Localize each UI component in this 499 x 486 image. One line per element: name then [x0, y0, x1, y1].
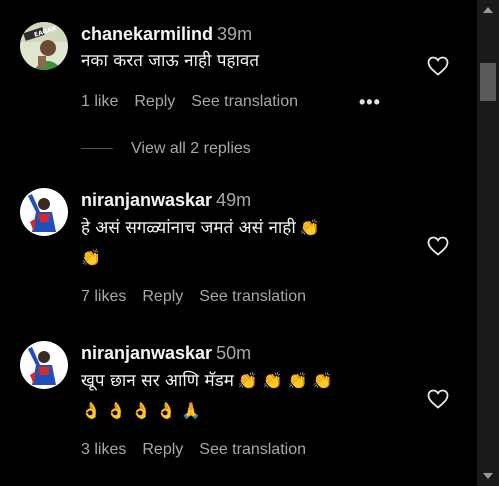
- likes-count[interactable]: 3 likes: [81, 441, 126, 458]
- heart-outline-icon[interactable]: [426, 387, 450, 411]
- heart-outline-icon[interactable]: [426, 234, 450, 258]
- ok-hand-emoji-row: 👌 👌 👌 👌 🙏: [81, 401, 201, 420]
- see-translation-button[interactable]: See translation: [199, 441, 306, 458]
- view-replies-button[interactable]: View all 2 replies: [81, 140, 251, 158]
- comment-time: 50m: [216, 343, 252, 363]
- comment-actions: 1 like Reply See translation: [81, 93, 314, 111]
- clap-emoji-row: 👏 👏 👏 👏: [237, 371, 333, 390]
- avatar[interactable]: [20, 341, 68, 389]
- comments-panel: EAGAR chanekarmilind 39m नका करत जाऊ नाही…: [0, 0, 499, 486]
- replies-divider: [81, 148, 113, 150]
- heart-outline-icon[interactable]: [426, 54, 450, 78]
- scroll-up-arrow-icon[interactable]: [483, 7, 493, 13]
- comment-body: niranjanwaskar 49m हे असं सगळ्यांनाच जमतं…: [81, 188, 421, 272]
- comment-header: niranjanwaskar 49m: [81, 188, 421, 212]
- vertical-scrollbar[interactable]: [477, 0, 499, 486]
- comment-text-content: खूप छान सर आणि मॅडम: [81, 371, 234, 391]
- comment-body: niranjanwaskar 50m खूप छान सर आणि मॅडम 👏 👏…: [81, 341, 421, 425]
- reply-button[interactable]: Reply: [142, 288, 183, 305]
- scroll-down-arrow-icon[interactable]: [483, 473, 493, 479]
- avatar[interactable]: EAGAR: [20, 22, 68, 70]
- username-link[interactable]: niranjanwaskar: [81, 190, 212, 210]
- clap-emoji: 👏: [299, 218, 320, 237]
- comment-emoji-line: 👌 👌 👌 👌 🙏: [81, 397, 421, 425]
- clap-emoji: 👏: [81, 248, 101, 267]
- see-translation-button[interactable]: See translation: [191, 93, 298, 110]
- more-options-icon[interactable]: •••: [359, 92, 381, 113]
- comment-text: खूप छान सर आणि मॅडम 👏 👏 👏 👏: [81, 367, 421, 395]
- likes-count[interactable]: 7 likes: [81, 288, 126, 305]
- likes-count[interactable]: 1 like: [81, 93, 118, 110]
- comment-body: chanekarmilind 39m नका करत जाऊ नाही पहावत: [81, 22, 421, 75]
- comment-text: नका करत जाऊ नाही पहावत: [81, 51, 260, 71]
- comment-text-content: हे असं सगळ्यांनाच जमतं असं नाही: [81, 218, 296, 238]
- username-link[interactable]: chanekarmilind: [81, 24, 213, 44]
- comment-text: हे असं सगळ्यांनाच जमतं असं नाही 👏: [81, 214, 421, 242]
- comment-header: niranjanwaskar 50m: [81, 341, 421, 365]
- see-translation-button[interactable]: See translation: [199, 288, 306, 305]
- comment-time: 49m: [216, 190, 252, 210]
- avatar[interactable]: [20, 188, 68, 236]
- scrollbar-thumb[interactable]: [480, 63, 496, 101]
- view-replies-label[interactable]: View all 2 replies: [131, 140, 251, 157]
- comment-actions: 3 likes Reply See translation: [81, 441, 322, 459]
- reply-button[interactable]: Reply: [142, 441, 183, 458]
- comment-time: 39m: [217, 24, 253, 44]
- comment-header: chanekarmilind 39m: [81, 22, 421, 46]
- username-link[interactable]: niranjanwaskar: [81, 343, 212, 363]
- comment-emoji-line: 👏: [81, 244, 421, 272]
- reply-button[interactable]: Reply: [134, 93, 175, 110]
- comment-actions: 7 likes Reply See translation: [81, 288, 322, 306]
